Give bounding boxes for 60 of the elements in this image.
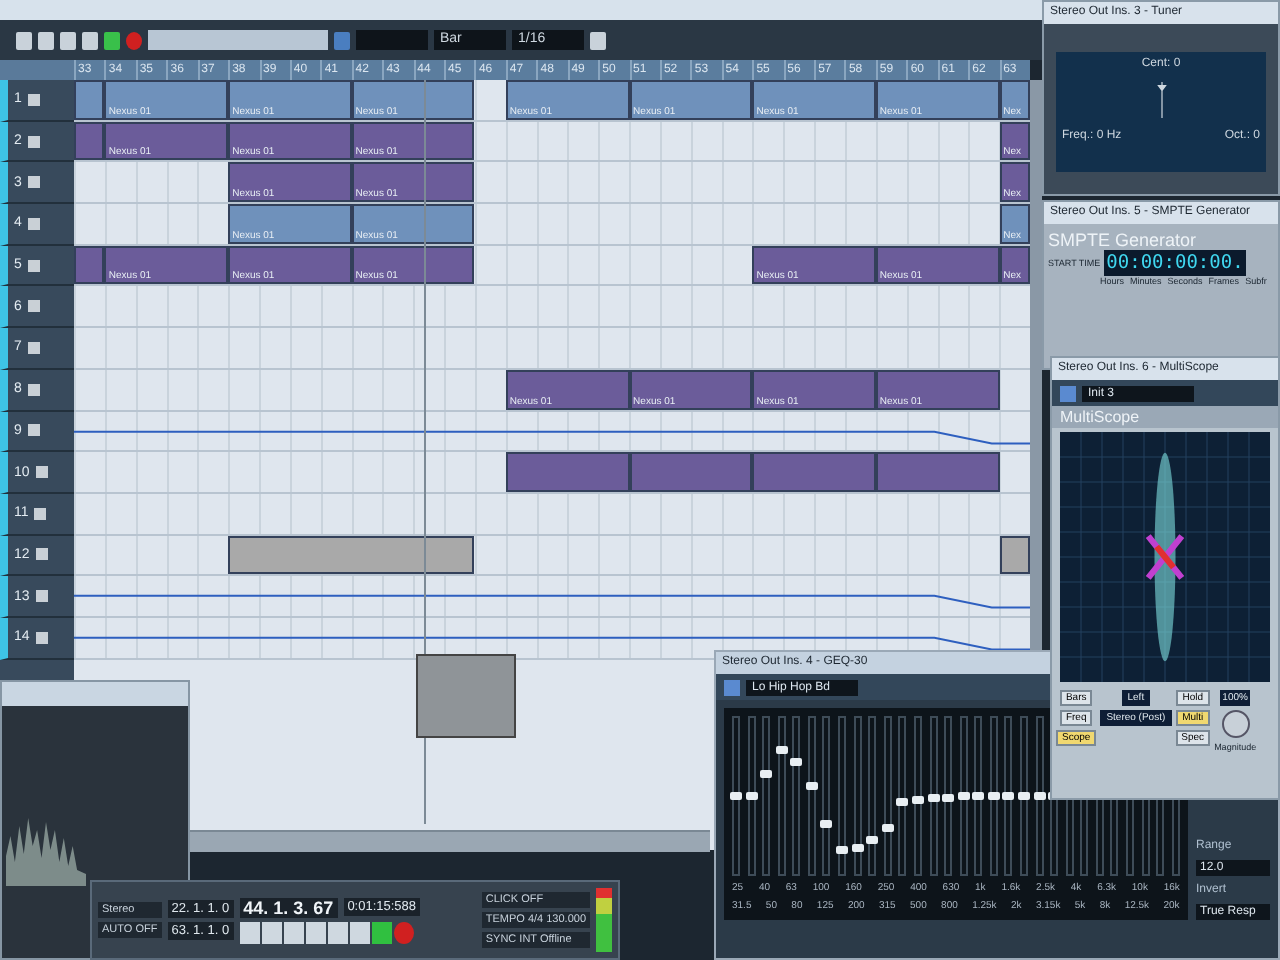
band-slider[interactable] (929, 716, 938, 876)
plugin-heading: MultiScope (1052, 406, 1278, 428)
slider-handle[interactable] (866, 835, 879, 844)
midi-part[interactable] (74, 245, 105, 285)
knob-icon[interactable] (1221, 710, 1250, 738)
slider-handle[interactable] (1017, 792, 1030, 800)
band-slider[interactable] (807, 716, 816, 876)
band-slider[interactable] (838, 716, 847, 876)
slider-handle[interactable] (987, 792, 1000, 800)
band-slider[interactable] (747, 716, 756, 876)
slider-handle[interactable] (820, 820, 833, 829)
slider-handle[interactable] (896, 798, 909, 807)
slider-handle[interactable] (911, 796, 924, 805)
automation-line[interactable] (74, 429, 1030, 444)
slider-handle[interactable] (730, 792, 742, 800)
band-slider[interactable] (883, 716, 892, 876)
audio-event[interactable] (416, 654, 516, 738)
band-slider[interactable] (913, 716, 922, 876)
band-slider[interactable] (898, 716, 907, 876)
plugin-heading: SMPTE Generator (1048, 230, 1199, 250)
band-slider[interactable] (1019, 716, 1028, 876)
band-slider[interactable] (853, 716, 862, 876)
audio-event[interactable] (999, 535, 1030, 575)
automation-line[interactable] (74, 595, 1030, 609)
band-slider[interactable] (868, 716, 877, 876)
band-slider[interactable] (732, 716, 740, 876)
band-slider[interactable] (989, 716, 998, 876)
slider-handle[interactable] (775, 746, 788, 755)
slider-handle[interactable] (972, 792, 985, 800)
ruler-header (0, 60, 74, 80)
band-slider[interactable] (1035, 716, 1044, 876)
slider-handle[interactable] (927, 793, 940, 802)
position-display[interactable]: 44. 1. 3. 67 (239, 897, 338, 917)
audio-event[interactable] (228, 535, 475, 575)
slider-handle[interactable] (790, 757, 803, 766)
band-slider[interactable] (1004, 716, 1013, 876)
level-meter (596, 888, 612, 952)
vertical-scrollbar[interactable] (1030, 80, 1042, 650)
band-slider[interactable] (822, 716, 831, 876)
slider-handle[interactable] (836, 845, 849, 854)
band-slider[interactable] (762, 716, 771, 876)
midi-part[interactable] (74, 80, 105, 120)
band-slider[interactable] (944, 716, 953, 876)
midi-part[interactable] (74, 121, 105, 161)
band-slider[interactable] (959, 716, 968, 876)
slider-handle[interactable] (881, 824, 894, 833)
slider-handle[interactable] (760, 770, 773, 779)
band-slider[interactable] (974, 716, 983, 876)
band-slider[interactable] (792, 716, 801, 876)
timecode-display[interactable]: 00:00:00:00. (1104, 250, 1246, 276)
horizontal-scrollbar[interactable] (190, 829, 710, 852)
slider-handle[interactable] (957, 792, 970, 800)
automation-line[interactable] (74, 636, 1030, 651)
slider-handle[interactable] (745, 792, 758, 800)
slider-handle[interactable] (1002, 792, 1015, 800)
band-slider[interactable] (777, 716, 786, 876)
slider-handle[interactable] (1033, 792, 1046, 800)
slider-handle[interactable] (805, 782, 818, 791)
slider-handle[interactable] (942, 793, 955, 802)
slider-handle[interactable] (851, 843, 864, 852)
